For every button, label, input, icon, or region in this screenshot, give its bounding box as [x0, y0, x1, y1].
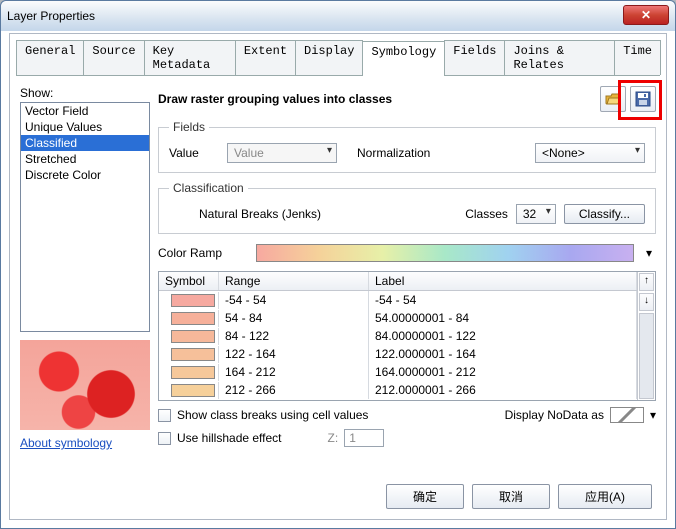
- show-listbox[interactable]: Vector Field Unique Values Classified St…: [20, 102, 150, 332]
- classes-label: Classes: [465, 207, 508, 221]
- class-table: Symbol Range Label -54 - 54-54 - 5454 - …: [158, 271, 656, 401]
- tab-strip: General Source Key Metadata Extent Displ…: [16, 40, 660, 76]
- cell-range[interactable]: 84 - 122: [219, 327, 369, 345]
- table-row[interactable]: 54 - 8454.00000001 - 84: [159, 309, 637, 327]
- save-disk-icon: [635, 91, 651, 107]
- show-class-breaks-checkbox[interactable]: [158, 409, 171, 422]
- cell-range[interactable]: 212 - 266: [219, 381, 369, 399]
- tab-key-metadata[interactable]: Key Metadata: [144, 40, 236, 75]
- dialog-footer: 确定 取消 应用(A): [386, 484, 652, 509]
- normalization-label: Normalization: [357, 146, 430, 160]
- symbology-preview: [20, 340, 150, 430]
- tab-joins-relates[interactable]: Joins & Relates: [504, 40, 615, 75]
- class-swatch[interactable]: [171, 384, 215, 397]
- show-item-stretched[interactable]: Stretched: [21, 151, 149, 167]
- cell-range[interactable]: 164 - 212: [219, 363, 369, 381]
- open-button[interactable]: [600, 86, 626, 112]
- cell-label[interactable]: 122.0000001 - 164: [369, 345, 637, 363]
- panel-heading: Draw raster grouping values into classes: [158, 92, 596, 106]
- dialog-window: Layer Properties ✕ General Source Key Me…: [0, 0, 676, 529]
- table-row[interactable]: 212 - 266212.0000001 - 266: [159, 381, 637, 399]
- fields-legend: Fields: [169, 120, 209, 134]
- z-label: Z:: [328, 431, 339, 445]
- show-item-vector-field[interactable]: Vector Field: [21, 103, 149, 119]
- table-side-buttons: ↑ ↓: [637, 272, 655, 400]
- show-class-breaks-label: Show class breaks using cell values: [177, 408, 368, 422]
- normalization-dropdown[interactable]: <None>: [535, 143, 645, 163]
- show-item-classified[interactable]: Classified: [21, 135, 149, 151]
- class-swatch[interactable]: [171, 330, 215, 343]
- tab-body: Show: Vector Field Unique Values Classif…: [10, 76, 666, 481]
- table-row[interactable]: -54 - 54-54 - 54: [159, 291, 637, 309]
- open-folder-icon: [605, 92, 621, 106]
- tab-extent[interactable]: Extent: [235, 40, 296, 75]
- chevron-down-icon[interactable]: ▾: [650, 408, 656, 422]
- th-range[interactable]: Range: [219, 272, 369, 290]
- tab-display[interactable]: Display: [295, 40, 363, 75]
- show-label: Show:: [20, 86, 150, 100]
- cell-label[interactable]: -54 - 54: [369, 291, 637, 309]
- titlebar[interactable]: Layer Properties ✕: [1, 1, 675, 31]
- tab-time[interactable]: Time: [614, 40, 661, 75]
- class-swatch[interactable]: [171, 366, 215, 379]
- fields-group: Fields Value Value Normalization <None>: [158, 120, 656, 173]
- class-swatch[interactable]: [171, 312, 215, 325]
- tab-fields[interactable]: Fields: [444, 40, 505, 75]
- ok-button[interactable]: 确定: [386, 484, 464, 509]
- table-row[interactable]: 164 - 212164.0000001 - 212: [159, 363, 637, 381]
- show-item-unique-values[interactable]: Unique Values: [21, 119, 149, 135]
- classification-legend: Classification: [169, 181, 248, 195]
- scroll-thumb[interactable]: [639, 313, 654, 399]
- cell-label[interactable]: 54.00000001 - 84: [369, 309, 637, 327]
- table-header: Symbol Range Label: [159, 272, 637, 291]
- th-label[interactable]: Label: [369, 272, 637, 290]
- left-panel: Show: Vector Field Unique Values Classif…: [20, 86, 150, 471]
- close-button[interactable]: ✕: [623, 5, 669, 25]
- nodata-color-picker[interactable]: [610, 407, 644, 423]
- classes-dropdown[interactable]: 32: [516, 204, 556, 224]
- cell-range[interactable]: 54 - 84: [219, 309, 369, 327]
- value-label: Value: [169, 146, 219, 160]
- cell-range[interactable]: 122 - 164: [219, 345, 369, 363]
- about-symbology-link[interactable]: About symbology: [20, 436, 150, 450]
- color-ramp-dropdown[interactable]: [256, 244, 634, 262]
- classify-button[interactable]: Classify...: [564, 204, 645, 224]
- window-title: Layer Properties: [7, 9, 95, 23]
- show-item-discrete-color[interactable]: Discrete Color: [21, 167, 149, 183]
- cell-range[interactable]: -54 - 54: [219, 291, 369, 309]
- move-down-button[interactable]: ↓: [639, 293, 654, 311]
- content-area: General Source Key Metadata Extent Displ…: [9, 33, 667, 520]
- cell-label[interactable]: 84.00000001 - 122: [369, 327, 637, 345]
- table-body: -54 - 54-54 - 5454 - 8454.00000001 - 848…: [159, 291, 637, 399]
- tab-symbology[interactable]: Symbology: [362, 41, 445, 76]
- table-row[interactable]: 122 - 164122.0000001 - 164: [159, 345, 637, 363]
- table-row[interactable]: 84 - 12284.00000001 - 122: [159, 327, 637, 345]
- display-nodata-label: Display NoData as: [505, 408, 604, 422]
- right-panel: Draw raster grouping values into classes…: [158, 86, 656, 471]
- chevron-down-icon[interactable]: ▾: [642, 246, 656, 260]
- tab-general[interactable]: General: [16, 40, 84, 75]
- apply-button[interactable]: 应用(A): [558, 484, 652, 509]
- z-input[interactable]: 1: [344, 429, 384, 447]
- use-hillshade-checkbox[interactable]: [158, 432, 171, 445]
- heading-row: Draw raster grouping values into classes: [158, 86, 656, 112]
- move-up-button[interactable]: ↑: [639, 273, 654, 291]
- cell-label[interactable]: 212.0000001 - 266: [369, 381, 637, 399]
- class-swatch[interactable]: [171, 294, 215, 307]
- cancel-button[interactable]: 取消: [472, 484, 550, 509]
- cell-label[interactable]: 164.0000001 - 212: [369, 363, 637, 381]
- value-dropdown[interactable]: Value: [227, 143, 337, 163]
- th-symbol[interactable]: Symbol: [159, 272, 219, 290]
- use-hillshade-label: Use hillshade effect: [177, 431, 282, 445]
- classification-method: Natural Breaks (Jenks): [199, 207, 321, 221]
- save-button[interactable]: [630, 86, 656, 112]
- class-swatch[interactable]: [171, 348, 215, 361]
- tab-source[interactable]: Source: [83, 40, 144, 75]
- classification-group: Classification Natural Breaks (Jenks) Cl…: [158, 181, 656, 234]
- color-ramp-label: Color Ramp: [158, 246, 248, 260]
